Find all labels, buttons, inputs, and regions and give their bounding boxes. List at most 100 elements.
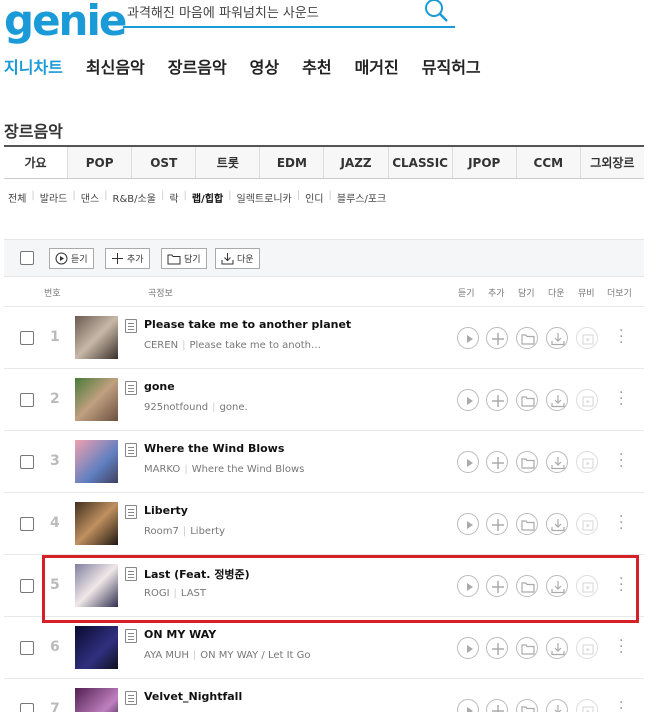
music-video-button[interactable]: [576, 575, 598, 597]
table-row[interactable]: 3 Where the Wind Blows MARKO | Where the Win…: [4, 430, 644, 492]
row-checkbox[interactable]: [20, 517, 34, 531]
play-button[interactable]: [457, 699, 479, 712]
add-to-playlist-button[interactable]: [486, 451, 508, 473]
play-button[interactable]: [457, 637, 479, 659]
album-name[interactable]: ON MY WAY / Let It Go: [200, 650, 310, 661]
save-to-folder-button[interactable]: [516, 327, 538, 349]
play-button[interactable]: [457, 451, 479, 473]
artist-name[interactable]: Room7: [144, 526, 179, 537]
search-bar[interactable]: 과격해진 마음에 파워넘치는 사운드: [123, 0, 455, 28]
album-cover[interactable]: [75, 316, 118, 359]
artist-name[interactable]: MARKO: [144, 464, 180, 475]
album-name[interactable]: Please take me to anoth…: [189, 340, 321, 351]
more-options-icon[interactable]: ···: [619, 696, 623, 712]
lyrics-icon[interactable]: [125, 443, 137, 457]
sub-genre-rock[interactable]: 락: [169, 190, 178, 205]
song-title[interactable]: gone: [144, 380, 175, 393]
download-song-button[interactable]: [546, 389, 568, 411]
artist-name[interactable]: 925notfound: [144, 402, 208, 413]
add-to-playlist-button[interactable]: [486, 327, 508, 349]
nav-recommend[interactable]: 추천: [302, 54, 331, 80]
tab-kpop[interactable]: 가요: [4, 147, 69, 178]
save-to-folder-button[interactable]: [516, 699, 538, 712]
song-title[interactable]: Please take me to another planet: [144, 318, 351, 331]
tab-edm[interactable]: EDM: [260, 147, 325, 178]
nav-magazine[interactable]: 매거진: [355, 54, 399, 80]
more-options-icon[interactable]: ···: [619, 448, 623, 474]
music-video-button[interactable]: [576, 513, 598, 535]
tab-ost[interactable]: OST: [132, 147, 197, 178]
more-options-icon[interactable]: ···: [619, 634, 623, 660]
lyrics-icon[interactable]: [125, 691, 137, 705]
sub-genre-ballad[interactable]: 발라드: [40, 190, 68, 205]
album-cover[interactable]: [75, 626, 118, 669]
album-cover[interactable]: [75, 378, 118, 421]
sub-genre-rnb[interactable]: R&B/소울: [113, 190, 156, 205]
row-checkbox[interactable]: [20, 579, 34, 593]
tab-jpop[interactable]: JPOP: [452, 147, 517, 178]
album-cover[interactable]: [75, 564, 118, 607]
play-button[interactable]: [457, 575, 479, 597]
song-title[interactable]: Liberty: [144, 504, 188, 517]
album-name[interactable]: LAST: [181, 588, 206, 599]
select-all-checkbox[interactable]: [20, 251, 34, 265]
add-to-playlist-button[interactable]: [486, 575, 508, 597]
save-to-folder-button[interactable]: [516, 575, 538, 597]
table-row[interactable]: 6 ON MY WAY AYA MUH | ON MY WAY / Let It Go ·…: [4, 616, 644, 678]
lyrics-icon[interactable]: [125, 505, 137, 519]
music-video-button[interactable]: [576, 637, 598, 659]
more-options-icon[interactable]: ···: [619, 386, 623, 412]
song-title[interactable]: Where the Wind Blows: [144, 442, 284, 455]
play-button[interactable]: [457, 327, 479, 349]
sub-genre-dance[interactable]: 댄스: [81, 190, 99, 205]
tab-pop[interactable]: POP: [68, 147, 133, 178]
nav-music-hug[interactable]: 뮤직허그: [422, 54, 481, 80]
song-title[interactable]: ON MY WAY: [144, 628, 216, 641]
row-checkbox[interactable]: [20, 703, 34, 712]
album-name[interactable]: Where the Wind Blows: [192, 464, 305, 475]
music-video-button[interactable]: [576, 389, 598, 411]
table-row[interactable]: 5 Last (Feat. 정병준) ROGI | LAST · · ·: [4, 554, 644, 616]
nav-latest-music[interactable]: 최신음악: [86, 54, 145, 80]
tab-other-genres[interactable]: 그외장르: [580, 147, 644, 178]
download-song-button[interactable]: [546, 327, 568, 349]
add-to-playlist-button[interactable]: [486, 637, 508, 659]
row-checkbox[interactable]: [20, 331, 34, 345]
download-song-button[interactable]: [546, 513, 568, 535]
save-to-folder-button[interactable]: [516, 451, 538, 473]
artist-name[interactable]: CEREN: [144, 340, 178, 351]
sub-genre-hiphop[interactable]: 랩/힙합: [192, 190, 223, 205]
more-options-icon[interactable]: ···: [619, 324, 623, 350]
sub-genre-electronica[interactable]: 일렉트로니카: [237, 190, 292, 205]
add-to-playlist-button[interactable]: [486, 389, 508, 411]
artist-name[interactable]: AYA MUH: [144, 650, 189, 661]
row-checkbox[interactable]: [20, 455, 34, 469]
lyrics-icon[interactable]: [125, 629, 137, 643]
genie-logo[interactable]: genie: [4, 0, 127, 45]
add-button[interactable]: 추가: [105, 248, 150, 269]
add-to-playlist-button[interactable]: [486, 513, 508, 535]
lyrics-icon[interactable]: [125, 567, 137, 581]
table-row[interactable]: 4 Liberty Room7 | Liberty · · ·: [4, 492, 644, 554]
nav-genre-music[interactable]: 장르음악: [168, 54, 227, 80]
song-title[interactable]: Last (Feat. 정병준): [144, 566, 250, 582]
album-name[interactable]: Liberty: [190, 526, 225, 537]
artist-name[interactable]: ROGI: [144, 588, 170, 599]
more-options-icon[interactable]: ···: [619, 572, 623, 598]
table-row[interactable]: 7 Velvet_Nightfall ···: [4, 678, 644, 712]
more-options-icon[interactable]: ···: [619, 510, 623, 536]
nav-video[interactable]: 영상: [250, 54, 279, 80]
nav-genie-chart[interactable]: 지니차트: [4, 54, 63, 80]
download-song-button[interactable]: [546, 699, 568, 712]
tab-jazz[interactable]: JAZZ: [324, 147, 389, 178]
add-to-playlist-button[interactable]: [486, 699, 508, 712]
tab-ccm[interactable]: CCM: [516, 147, 581, 178]
download-song-button[interactable]: [546, 575, 568, 597]
sub-genre-blues-folk[interactable]: 블루스/포크: [337, 190, 386, 205]
download-song-button[interactable]: [546, 451, 568, 473]
album-cover[interactable]: [75, 502, 118, 545]
save-button[interactable]: 담기: [161, 248, 207, 269]
music-video-button[interactable]: [576, 451, 598, 473]
album-cover[interactable]: [75, 440, 118, 483]
lyrics-icon[interactable]: [125, 319, 137, 333]
